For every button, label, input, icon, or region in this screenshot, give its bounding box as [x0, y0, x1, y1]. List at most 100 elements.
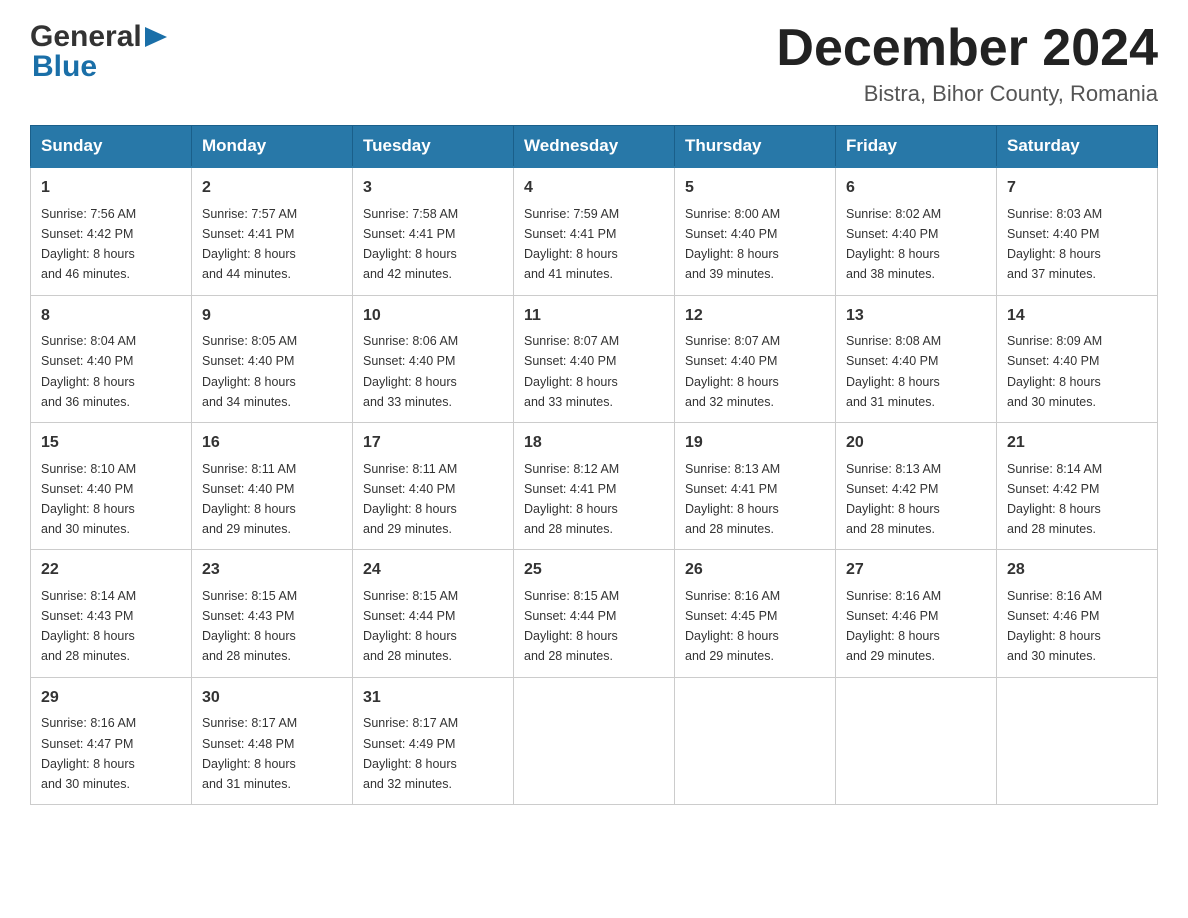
day-number: 23 [202, 558, 342, 583]
table-row: 29 Sunrise: 8:16 AMSunset: 4:47 PMDayligh… [31, 677, 192, 804]
day-number: 24 [363, 558, 503, 583]
day-info: Sunrise: 8:04 AMSunset: 4:40 PMDaylight:… [41, 334, 136, 408]
table-row: 6Sunrise: 8:02 AMSunset: 4:40 PMDaylight… [836, 167, 997, 295]
table-row: 1 Sunrise: 7:56 AMSunset: 4:42 PMDaylight… [31, 167, 192, 295]
day-info: Sunrise: 8:16 AMSunset: 4:45 PMDaylight:… [685, 589, 780, 663]
day-info: Sunrise: 8:05 AMSunset: 4:40 PMDaylight:… [202, 334, 297, 408]
calendar-header-row: Sunday Monday Tuesday Wednesday Thursday… [31, 126, 1158, 168]
day-number: 30 [202, 686, 342, 711]
day-number: 15 [41, 431, 181, 456]
day-number: 1 [41, 176, 181, 201]
day-info: Sunrise: 8:17 AMSunset: 4:48 PMDaylight:… [202, 716, 297, 790]
day-number: 9 [202, 304, 342, 329]
day-info: Sunrise: 8:11 AMSunset: 4:40 PMDaylight:… [363, 462, 457, 536]
day-info: Sunrise: 8:10 AMSunset: 4:40 PMDaylight:… [41, 462, 136, 536]
table-row: 3 Sunrise: 7:58 AMSunset: 4:41 PMDaylight… [353, 167, 514, 295]
table-row: 25 Sunrise: 8:15 AMSunset: 4:44 PMDayligh… [514, 550, 675, 677]
header-sunday: Sunday [31, 126, 192, 168]
table-row: 30 Sunrise: 8:17 AMSunset: 4:48 PMDayligh… [192, 677, 353, 804]
day-info: Sunrise: 7:56 AMSunset: 4:42 PMDaylight:… [41, 207, 136, 281]
day-number: 8 [41, 304, 181, 329]
calendar-week-row: 29 Sunrise: 8:16 AMSunset: 4:47 PMDayligh… [31, 677, 1158, 804]
day-number: 17 [363, 431, 503, 456]
day-info: Sunrise: 8:11 AMSunset: 4:40 PMDaylight:… [202, 462, 296, 536]
logo-blue-text: Blue [32, 50, 97, 84]
table-row: 2 Sunrise: 7:57 AMSunset: 4:41 PMDaylight… [192, 167, 353, 295]
table-row: 16 Sunrise: 8:11 AMSunset: 4:40 PMDayligh… [192, 422, 353, 549]
day-info: Sunrise: 8:16 AMSunset: 4:46 PMDaylight:… [846, 589, 941, 663]
table-row [836, 677, 997, 804]
calendar-week-row: 8 Sunrise: 8:04 AMSunset: 4:40 PMDaylight… [31, 295, 1158, 422]
day-number: 5 [685, 176, 825, 201]
day-info: Sunrise: 7:59 AMSunset: 4:41 PMDaylight:… [524, 207, 619, 281]
table-row: 13Sunrise: 8:08 AMSunset: 4:40 PMDayligh… [836, 295, 997, 422]
table-row [675, 677, 836, 804]
table-row: 21 Sunrise: 8:14 AMSunset: 4:42 PMDayligh… [997, 422, 1158, 549]
day-number: 20 [846, 431, 986, 456]
logo-triangle-icon [145, 27, 167, 52]
table-row: 15 Sunrise: 8:10 AMSunset: 4:40 PMDayligh… [31, 422, 192, 549]
logo: General Blue [30, 20, 167, 84]
day-info: Sunrise: 8:16 AMSunset: 4:47 PMDaylight:… [41, 716, 136, 790]
day-info: Sunrise: 8:14 AMSunset: 4:43 PMDaylight:… [41, 589, 136, 663]
table-row: 11 Sunrise: 8:07 AMSunset: 4:40 PMDayligh… [514, 295, 675, 422]
day-info: Sunrise: 8:13 AMSunset: 4:41 PMDaylight:… [685, 462, 780, 536]
day-info: Sunrise: 8:14 AMSunset: 4:42 PMDaylight:… [1007, 462, 1102, 536]
day-number: 6 [846, 176, 986, 201]
day-number: 16 [202, 431, 342, 456]
table-row: 10Sunrise: 8:06 AMSunset: 4:40 PMDayligh… [353, 295, 514, 422]
day-info: Sunrise: 8:12 AMSunset: 4:41 PMDaylight:… [524, 462, 619, 536]
calendar-week-row: 22 Sunrise: 8:14 AMSunset: 4:43 PMDayligh… [31, 550, 1158, 677]
day-number: 22 [41, 558, 181, 583]
day-number: 2 [202, 176, 342, 201]
day-info: Sunrise: 8:06 AMSunset: 4:40 PMDaylight:… [363, 334, 458, 408]
calendar-location: Bistra, Bihor County, Romania [776, 81, 1158, 107]
day-number: 21 [1007, 431, 1147, 456]
table-row: 26 Sunrise: 8:16 AMSunset: 4:45 PMDayligh… [675, 550, 836, 677]
day-number: 29 [41, 686, 181, 711]
day-number: 26 [685, 558, 825, 583]
day-number: 19 [685, 431, 825, 456]
header-tuesday: Tuesday [353, 126, 514, 168]
day-info: Sunrise: 8:08 AMSunset: 4:40 PMDaylight:… [846, 334, 941, 408]
day-number: 12 [685, 304, 825, 329]
day-info: Sunrise: 8:00 AMSunset: 4:40 PMDaylight:… [685, 207, 780, 281]
table-row: 18 Sunrise: 8:12 AMSunset: 4:41 PMDayligh… [514, 422, 675, 549]
calendar-title-area: December 2024 Bistra, Bihor County, Roma… [776, 20, 1158, 107]
table-row: 4 Sunrise: 7:59 AMSunset: 4:41 PMDaylight… [514, 167, 675, 295]
calendar-week-row: 1 Sunrise: 7:56 AMSunset: 4:42 PMDaylight… [31, 167, 1158, 295]
day-number: 25 [524, 558, 664, 583]
day-number: 3 [363, 176, 503, 201]
day-number: 31 [363, 686, 503, 711]
table-row: 19 Sunrise: 8:13 AMSunset: 4:41 PMDayligh… [675, 422, 836, 549]
day-info: Sunrise: 7:58 AMSunset: 4:41 PMDaylight:… [363, 207, 458, 281]
table-row: 22 Sunrise: 8:14 AMSunset: 4:43 PMDayligh… [31, 550, 192, 677]
table-row: 24 Sunrise: 8:15 AMSunset: 4:44 PMDayligh… [353, 550, 514, 677]
day-info: Sunrise: 8:13 AMSunset: 4:42 PMDaylight:… [846, 462, 941, 536]
calendar-table: Sunday Monday Tuesday Wednesday Thursday… [30, 125, 1158, 805]
day-info: Sunrise: 8:15 AMSunset: 4:44 PMDaylight:… [524, 589, 619, 663]
page-header: General Blue December 2024 Bistra, Bihor… [30, 20, 1158, 107]
day-number: 7 [1007, 176, 1147, 201]
table-row: 5 Sunrise: 8:00 AMSunset: 4:40 PMDaylight… [675, 167, 836, 295]
day-info: Sunrise: 8:16 AMSunset: 4:46 PMDaylight:… [1007, 589, 1102, 663]
day-number: 28 [1007, 558, 1147, 583]
header-wednesday: Wednesday [514, 126, 675, 168]
table-row: 7 Sunrise: 8:03 AMSunset: 4:40 PMDaylight… [997, 167, 1158, 295]
table-row: 8 Sunrise: 8:04 AMSunset: 4:40 PMDaylight… [31, 295, 192, 422]
table-row: 12Sunrise: 8:07 AMSunset: 4:40 PMDayligh… [675, 295, 836, 422]
table-row: 17 Sunrise: 8:11 AMSunset: 4:40 PMDayligh… [353, 422, 514, 549]
day-info: Sunrise: 8:07 AMSunset: 4:40 PMDaylight:… [524, 334, 619, 408]
calendar-week-row: 15 Sunrise: 8:10 AMSunset: 4:40 PMDayligh… [31, 422, 1158, 549]
header-thursday: Thursday [675, 126, 836, 168]
table-row: 14Sunrise: 8:09 AMSunset: 4:40 PMDayligh… [997, 295, 1158, 422]
day-info: Sunrise: 8:15 AMSunset: 4:44 PMDaylight:… [363, 589, 458, 663]
day-info: Sunrise: 8:17 AMSunset: 4:49 PMDaylight:… [363, 716, 458, 790]
day-number: 4 [524, 176, 664, 201]
day-number: 14 [1007, 304, 1147, 329]
table-row: 28 Sunrise: 8:16 AMSunset: 4:46 PMDayligh… [997, 550, 1158, 677]
day-number: 11 [524, 304, 664, 329]
day-number: 18 [524, 431, 664, 456]
day-info: Sunrise: 7:57 AMSunset: 4:41 PMDaylight:… [202, 207, 297, 281]
day-info: Sunrise: 8:03 AMSunset: 4:40 PMDaylight:… [1007, 207, 1102, 281]
